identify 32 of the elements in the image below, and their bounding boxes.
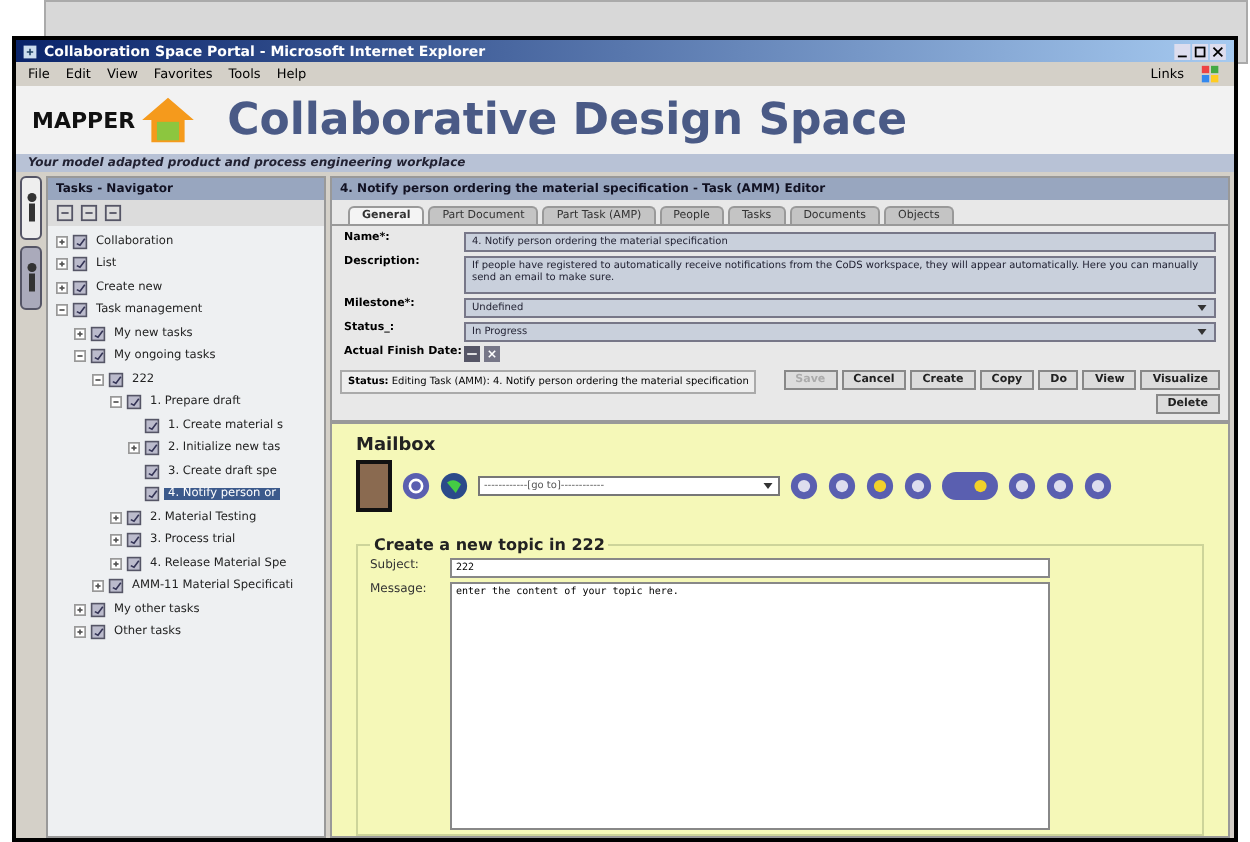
avatar-placeholder xyxy=(356,460,392,512)
expander-icon[interactable] xyxy=(110,396,122,409)
mailbox-title: Mailbox xyxy=(356,436,438,456)
toolbar-icon[interactable] xyxy=(56,204,74,222)
toolbar-icon[interactable] xyxy=(80,204,98,222)
page-title: Collaborative Design Space xyxy=(227,95,908,145)
expander-icon[interactable] xyxy=(56,304,68,317)
expander-icon[interactable] xyxy=(92,373,104,386)
house-logo-icon xyxy=(139,96,196,144)
expander-icon[interactable] xyxy=(110,557,122,570)
form-legend: Create a new topic in 222 xyxy=(370,536,609,554)
logo-text: MAPPER xyxy=(32,107,136,133)
vertical-tab[interactable] xyxy=(20,176,42,240)
calendar-icon[interactable] xyxy=(464,346,480,362)
expander-icon[interactable] xyxy=(92,580,104,593)
expander-icon[interactable] xyxy=(110,534,122,547)
expander-icon[interactable] xyxy=(74,603,86,616)
expander-icon[interactable] xyxy=(56,281,68,294)
browser-icon xyxy=(22,43,38,59)
expander-icon[interactable] xyxy=(74,626,86,639)
vertical-tab[interactable] xyxy=(20,246,42,310)
expander-icon[interactable] xyxy=(128,442,140,455)
toolbar-icon[interactable] xyxy=(104,204,122,222)
window-controls-icon[interactable] xyxy=(1174,43,1228,59)
caret-icon xyxy=(762,480,774,492)
clear-icon[interactable] xyxy=(484,346,500,362)
expander-icon[interactable] xyxy=(56,235,68,248)
expander-icon[interactable] xyxy=(110,511,122,524)
expander-icon[interactable] xyxy=(56,258,68,271)
expander-icon[interactable] xyxy=(74,350,86,363)
flag-logo-icon xyxy=(1200,63,1222,85)
expander-icon[interactable] xyxy=(74,327,86,340)
